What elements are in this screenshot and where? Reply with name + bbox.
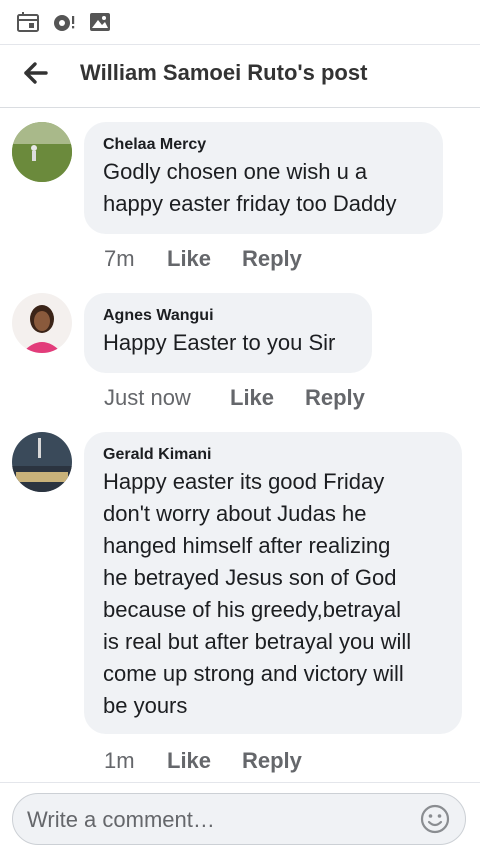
comment-time: 7m — [104, 246, 135, 271]
page-title: William Samoei Ruto's post — [80, 60, 368, 85]
avatar-photo — [12, 293, 72, 353]
media-notification-icon — [54, 15, 75, 31]
comment-text: Godly chosen one wish u a happy easter f… — [103, 159, 397, 216]
comment-author[interactable]: Gerald Kimani — [103, 446, 442, 464]
avatar[interactable] — [12, 293, 72, 353]
comment-bubble[interactable]: Chelaa Mercy Godly chosen one wish u a h… — [84, 122, 443, 234]
comment-time: 1m — [104, 748, 135, 773]
smiley-icon[interactable] — [419, 803, 451, 835]
reply-button[interactable]: Reply — [242, 246, 302, 272]
avatar[interactable] — [12, 432, 72, 492]
avatar-photo — [12, 432, 72, 492]
like-button[interactable]: Like — [167, 246, 211, 272]
comment-text: Happy easter its good Friday don't worry… — [103, 469, 412, 718]
avatar-photo — [12, 122, 72, 182]
comment-time: Just now — [104, 385, 191, 410]
status-bar — [0, 0, 480, 45]
comment-author[interactable]: Chelaa Mercy — [103, 136, 423, 154]
comment-text: Happy Easter to you Sir — [103, 330, 336, 355]
post-header: William Samoei Ruto's post — [0, 45, 480, 108]
comment-author[interactable]: Agnes Wangui — [103, 307, 352, 325]
reply-button[interactable]: Reply — [305, 385, 365, 411]
comment-composer[interactable] — [12, 793, 466, 845]
like-button[interactable]: Like — [230, 385, 274, 411]
comment-bubble[interactable]: Agnes Wangui Happy Easter to you Sir — [84, 293, 372, 373]
arrow-left-icon[interactable] — [22, 59, 50, 87]
calendar-icon — [17, 12, 39, 32]
comment-bubble[interactable]: Gerald Kimani Happy easter its good Frid… — [84, 432, 462, 734]
image-icon — [90, 13, 110, 31]
reply-button[interactable]: Reply — [242, 748, 302, 774]
comment-input[interactable] — [25, 802, 409, 838]
like-button[interactable]: Like — [167, 748, 211, 774]
avatar[interactable] — [12, 122, 72, 182]
